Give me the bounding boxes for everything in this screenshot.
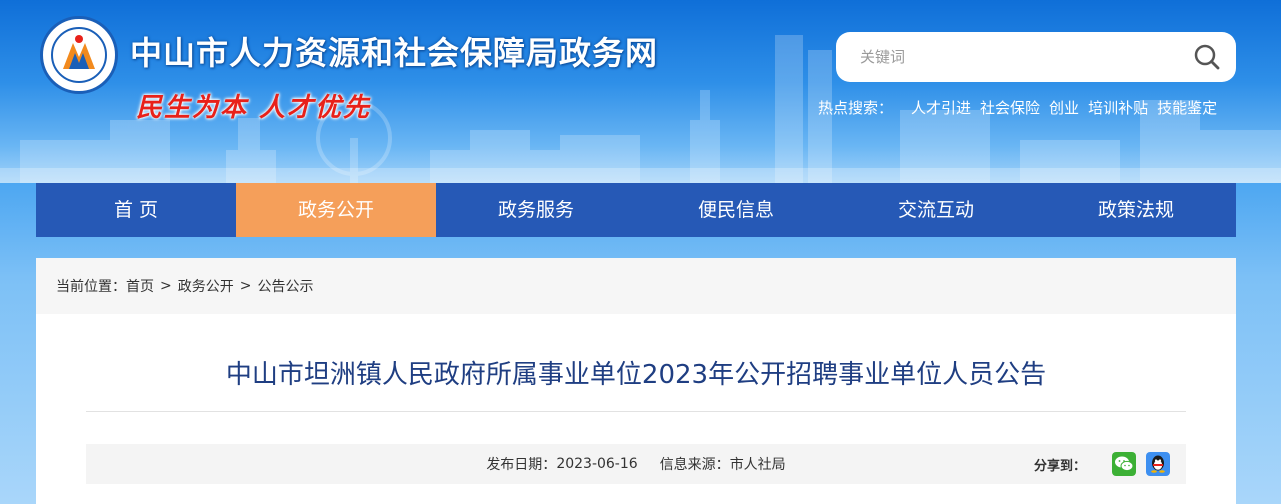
search-box bbox=[836, 32, 1236, 82]
hot-search-label: 热点搜索： bbox=[818, 98, 894, 117]
site-slogan: 民生为本 人才优先 bbox=[136, 93, 372, 123]
hot-link-entrepreneurship[interactable]: 创业 bbox=[1049, 97, 1079, 118]
article-title: 中山市坦洲镇人民政府所属事业单位2023年公开招聘事业单位人员公告 bbox=[225, 360, 1047, 390]
title-divider bbox=[86, 411, 1186, 412]
hot-link-skill-appraisal[interactable]: 技能鉴定 bbox=[1157, 97, 1217, 118]
breadcrumb-prefix: 当前位置： bbox=[56, 279, 126, 295]
share-label: 分享到： bbox=[1033, 458, 1086, 474]
article-container: 当前位置： 首页 > 政务公开 > 公告公示 中山市坦洲镇人民政府所属事业单位2… bbox=[36, 258, 1236, 504]
breadcrumb-separator: > bbox=[160, 278, 172, 294]
breadcrumb-separator: > bbox=[239, 278, 252, 294]
article-meta-bar: 发布日期： 2023-06-16 信息来源： 市人社局 分享到： bbox=[86, 444, 1186, 484]
breadcrumb-announcements[interactable]: 公告公示 bbox=[257, 276, 313, 296]
search-icon bbox=[1194, 44, 1220, 70]
qq-icon bbox=[1151, 455, 1165, 473]
search-button[interactable] bbox=[1192, 42, 1222, 72]
breadcrumb: 当前位置： 首页 > 政务公开 > 公告公示 bbox=[36, 258, 1236, 314]
publish-date: 2023-06-16 bbox=[556, 456, 638, 472]
source-label: 信息来源： bbox=[659, 457, 730, 473]
nav-item-policies[interactable]: 政策法规 bbox=[1036, 183, 1236, 237]
nav-item-home[interactable]: 首 页 bbox=[36, 183, 236, 237]
wechat-icon bbox=[1115, 456, 1134, 472]
hot-link-talent[interactable]: 人才引进 bbox=[911, 97, 971, 118]
nav-item-government-affairs[interactable]: 政务公开 bbox=[236, 183, 436, 237]
article-meta: 发布日期： 2023-06-16 信息来源： 市人社局 bbox=[86, 444, 1186, 484]
site-header: 中山市人力资源和社会保障局政务网 民生为本 人才优先 热点搜索： 人才引进 社会… bbox=[0, 0, 1281, 183]
share-bar: 分享到： bbox=[1034, 451, 1170, 477]
main-nav: 首 页 政务公开 政务服务 便民信息 交流互动 政策法规 bbox=[36, 183, 1236, 237]
share-wechat-button[interactable] bbox=[1112, 452, 1136, 476]
nav-item-interaction[interactable]: 交流互动 bbox=[836, 183, 1036, 237]
logo-emblem-icon bbox=[51, 27, 107, 83]
site-title: 中山市人力资源和社会保障局政务网 bbox=[130, 34, 659, 72]
hot-search: 热点搜索： 人才引进 社会保险 创业 培训补贴 技能鉴定 bbox=[818, 96, 1238, 118]
nav-item-government-services[interactable]: 政务服务 bbox=[436, 183, 636, 237]
hot-link-training-subsidy[interactable]: 培训补贴 bbox=[1088, 97, 1148, 118]
publish-date-label: 发布日期： bbox=[486, 457, 557, 473]
hot-link-social-insurance[interactable]: 社会保险 bbox=[980, 97, 1040, 118]
source-value: 市人社局 bbox=[729, 457, 786, 473]
breadcrumb-home[interactable]: 首页 bbox=[126, 276, 154, 296]
site-logo[interactable] bbox=[40, 16, 118, 94]
share-qq-button[interactable] bbox=[1146, 452, 1170, 476]
nav-item-public-info[interactable]: 便民信息 bbox=[636, 183, 836, 237]
search-input[interactable] bbox=[860, 42, 1160, 72]
breadcrumb-government-affairs[interactable]: 政务公开 bbox=[178, 276, 234, 296]
